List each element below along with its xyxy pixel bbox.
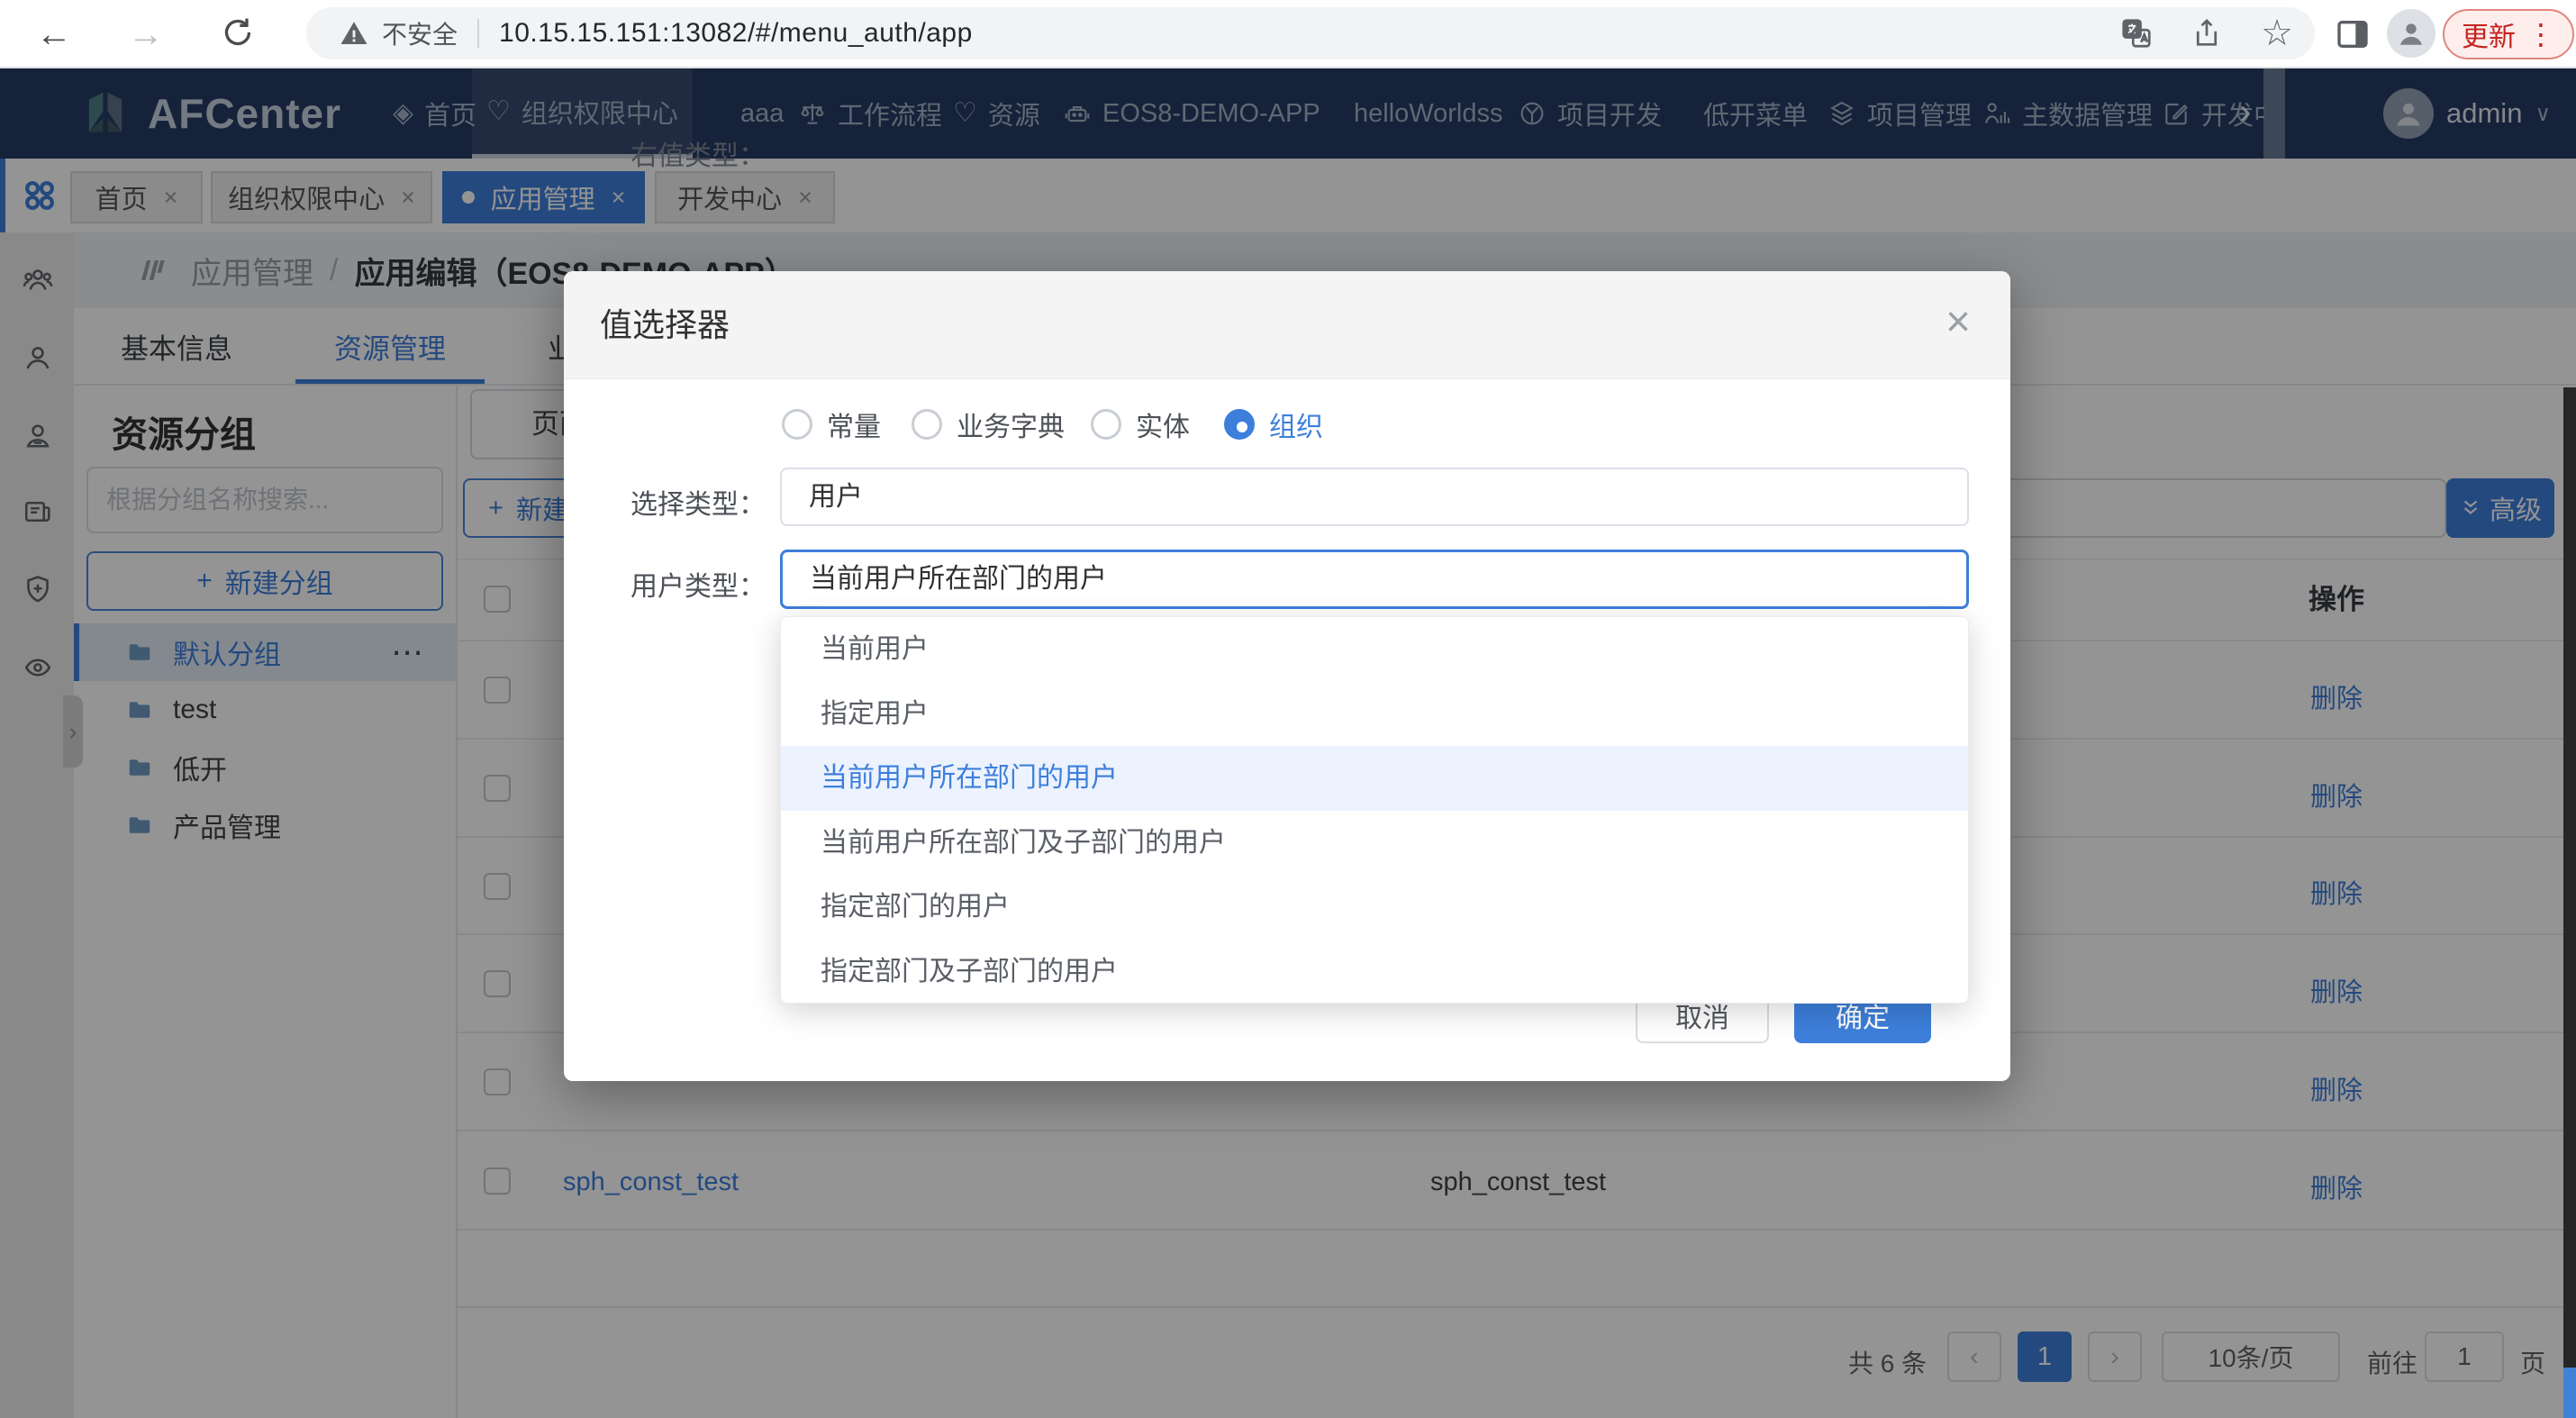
modal-header: 值选择器 × (564, 271, 2010, 379)
dropdown-option[interactable]: 指定部门的用户 (781, 875, 1968, 940)
browser-forward-icon[interactable]: → (128, 13, 164, 56)
translate-icon[interactable] (2120, 17, 2153, 50)
update-label: 更新 (2462, 14, 2516, 54)
bookmark-star-icon[interactable]: ☆ (2261, 15, 2293, 51)
browser-reload-icon[interactable] (220, 14, 256, 50)
browser-profile-avatar[interactable] (2387, 9, 2435, 58)
share-icon[interactable] (2191, 17, 2223, 50)
radio-constant[interactable]: 常量 (782, 404, 881, 444)
value-selector-modal: 值选择器 × 右值类型： 常量 业务字典 实体 组织 选择类型： 用户 用户类型… (564, 271, 2010, 1081)
radio-organization[interactable]: 组织 (1224, 404, 1323, 444)
page-scrollbar-thumb[interactable] (2563, 1368, 2576, 1418)
browser-menu-dots-icon[interactable]: ⋮ (2526, 17, 2555, 51)
dropdown-option[interactable]: 指定用户 (781, 682, 1968, 747)
close-icon[interactable]: × (1946, 271, 1971, 374)
radio-circle (1224, 409, 1255, 440)
user-type-dropdown: 当前用户 指定用户 当前用户所在部门的用户 当前用户所在部门及子部门的用户 指定… (780, 616, 1969, 1004)
radio-business-dict[interactable]: 业务字典 (912, 404, 1065, 444)
radio-entity[interactable]: 实体 (1091, 404, 1190, 444)
screen: ← → 不安全 10.15.15.151:13082/#/menu_auth/a… (0, 0, 2576, 1418)
side-panel-icon[interactable] (2335, 16, 2371, 52)
dropdown-option[interactable]: 当前用户 (781, 617, 1968, 682)
input-value: 用户 (809, 482, 863, 512)
security-warning-icon (339, 18, 369, 49)
radio-circle (1091, 409, 1121, 440)
radio-label: 业务字典 (957, 404, 1065, 444)
user-type-input[interactable]: 当前用户所在部门的用户 (780, 550, 1969, 609)
dropdown-option-selected[interactable]: 当前用户所在部门的用户 (781, 746, 1968, 811)
address-bar[interactable]: 不安全 10.15.15.151:13082/#/menu_auth/app ☆ (306, 7, 2315, 59)
user-type-label: 用户类型： (630, 564, 766, 604)
security-label: 不安全 (382, 15, 458, 51)
radio-label: 实体 (1136, 404, 1190, 444)
dropdown-option[interactable]: 当前用户所在部门及子部门的用户 (781, 811, 1968, 876)
radio-circle (782, 409, 812, 440)
browser-back-icon[interactable]: ← (36, 13, 72, 56)
radio-label: 常量 (827, 404, 881, 444)
input-value: 当前用户所在部门的用户 (810, 564, 1107, 594)
url-text: 10.15.15.151:13082/#/menu_auth/app (499, 18, 973, 49)
right-value-type-label: 右值类型： (630, 133, 766, 173)
modal-title: 值选择器 (600, 271, 730, 379)
omnibox-divider (477, 19, 479, 48)
radio-circle (912, 409, 942, 440)
radio-label: 组织 (1269, 404, 1323, 444)
dropdown-option[interactable]: 指定部门及子部门的用户 (781, 940, 1968, 1004)
update-button[interactable]: 更新 ⋮ (2443, 9, 2574, 59)
select-type-label: 选择类型： (630, 482, 766, 522)
page-scrollbar-track[interactable] (2563, 387, 2576, 1418)
browser-toolbar: ← → 不安全 10.15.15.151:13082/#/menu_auth/a… (0, 0, 2576, 68)
select-type-input[interactable]: 用户 (780, 468, 1969, 526)
